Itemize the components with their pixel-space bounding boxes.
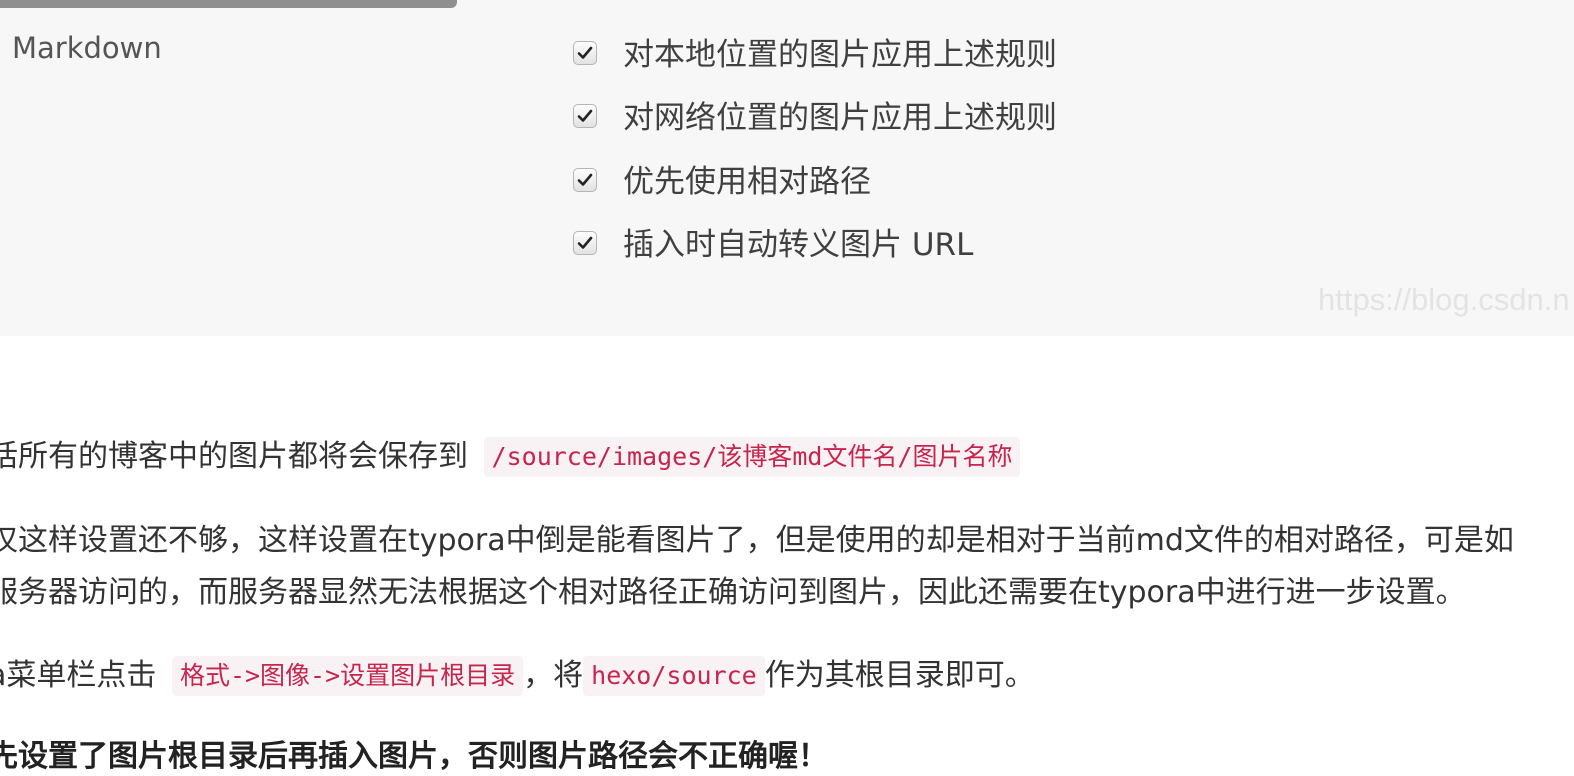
paragraph-text: 作为其根目录即可。 — [764, 658, 1035, 693]
inline-code: hexo/source — [583, 656, 765, 696]
option-label: 对本地位置的图片应用上述规则 — [623, 37, 1057, 73]
paragraph: a菜单栏点击 格式->图像->设置图片根目录 ，将 hexo/source 作为其根目… — [0, 656, 1035, 696]
inline-code: 格式->图像->设置图片根目录 — [171, 656, 524, 696]
paragraph: 仅这样设置还不够，这样设置在typora中倒是能看图片了，但是使用的却是相对于当… — [0, 522, 1514, 560]
paragraph-text: 服务器访问的，而服务器显然无法根据这个相对路径正确访问到图片，因此还需要在typ… — [0, 575, 1466, 610]
checkbox-checked-icon[interactable] — [573, 231, 597, 255]
paragraph-text: ，将 — [523, 658, 584, 693]
checkbox-checked-icon[interactable] — [573, 104, 597, 128]
checkbox-checked-icon[interactable] — [573, 41, 597, 65]
paragraph-text: a菜单栏点击 — [0, 658, 157, 693]
paragraph: 服务器访问的，而服务器显然无法根据这个相对路径正确访问到图片，因此还需要在typ… — [0, 574, 1466, 612]
option-label: 优先使用相对路径 — [623, 164, 871, 200]
checkbox-checked-icon[interactable] — [573, 168, 597, 192]
selected-sidebar-item-strip — [0, 0, 457, 8]
bold-note: 先设置了图片根目录后再插入图片，否则图片路径会不正确喔！ — [0, 739, 828, 774]
preferences-image-panel: Markdown 对本地位置的图片应用上述规则 对网络位置的图片应用上述规则 优… — [0, 0, 1574, 336]
sidebar-item-markdown[interactable]: Markdown — [12, 30, 162, 66]
paragraph: 话所有的博客中的图片都将会保存到 /source/images/该博客md文件名… — [0, 437, 1021, 477]
option-label: 插入时自动转义图片 URL — [623, 227, 974, 263]
paragraph-text: 仅这样设置还不够，这样设置在typora中倒是能看图片了，但是使用的却是相对于当… — [0, 523, 1514, 558]
option-label: 对网络位置的图片应用上述规则 — [623, 100, 1057, 136]
watermark: https://blog.csdn.n — [1318, 282, 1570, 317]
paragraph-text: 话所有的博客中的图片都将会保存到 — [0, 439, 468, 474]
inline-code: /source/images/该博客md文件名/图片名称 — [483, 437, 1021, 477]
